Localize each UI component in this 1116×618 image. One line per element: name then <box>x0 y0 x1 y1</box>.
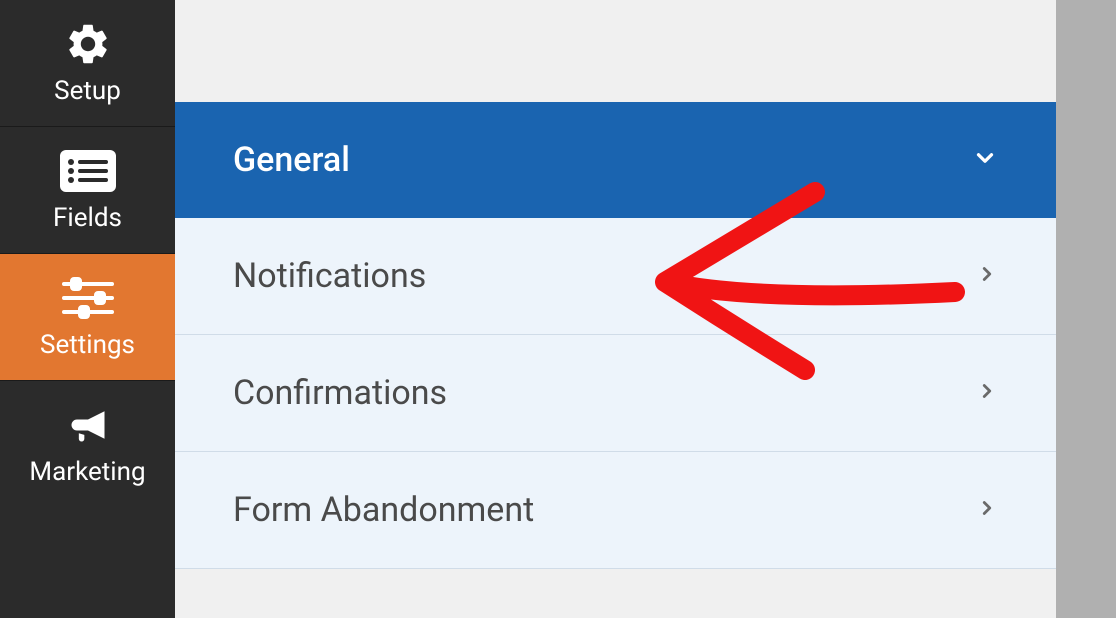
panel-row-label: Notifications <box>233 256 426 296</box>
main-area: General Notifications Confirmations Form… <box>175 0 1056 618</box>
panel-header-general[interactable]: General <box>175 102 1056 218</box>
sidebar-item-settings[interactable]: Settings <box>0 254 175 381</box>
sidebar-item-fields[interactable]: Fields <box>0 127 175 254</box>
chevron-right-icon <box>976 380 998 406</box>
sidebar: Setup Fields <box>0 0 175 618</box>
panel-row-confirmations[interactable]: Confirmations <box>175 335 1056 452</box>
sidebar-item-label: Marketing <box>29 457 145 487</box>
sidebar-item-label: Setup <box>54 76 121 106</box>
chevron-down-icon <box>972 145 998 175</box>
chevron-right-icon <box>976 263 998 289</box>
panel-row-notifications[interactable]: Notifications <box>175 218 1056 335</box>
settings-panel-scroll[interactable]: General Notifications Confirmations Form… <box>175 102 1056 618</box>
list-icon <box>58 149 118 193</box>
chevron-right-icon <box>976 497 998 523</box>
sidebar-item-label: Fields <box>53 203 122 233</box>
panel-row-label: Form Abandonment <box>233 490 534 530</box>
panel-header-title: General <box>233 140 350 180</box>
sidebar-item-label: Settings <box>40 330 135 360</box>
settings-panel: General Notifications Confirmations Form… <box>175 102 1056 569</box>
megaphone-icon <box>58 403 118 447</box>
sidebar-item-setup[interactable]: Setup <box>0 0 175 127</box>
top-spacer <box>175 0 1056 102</box>
sliders-icon <box>58 276 118 320</box>
sidebar-item-marketing[interactable]: Marketing <box>0 381 175 507</box>
panel-row-form-abandonment[interactable]: Form Abandonment <box>175 452 1056 569</box>
panel-row-label: Confirmations <box>233 373 447 413</box>
right-strip <box>1056 0 1116 618</box>
gear-icon <box>58 22 118 66</box>
